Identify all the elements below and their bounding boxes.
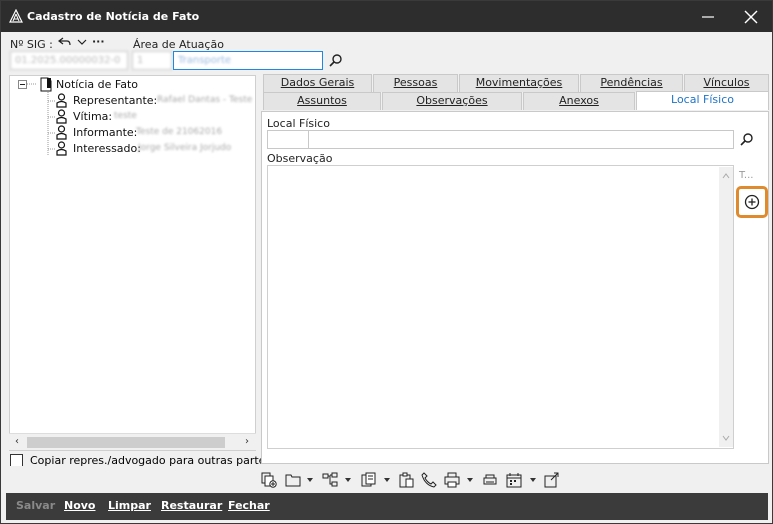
window-title: Cadastro de Notícia de Fato: [27, 10, 200, 23]
tree-item-label: Interessado:: [73, 142, 141, 155]
print-icon[interactable]: [444, 472, 460, 488]
minimize-icon[interactable]: [698, 7, 718, 27]
tab-assuntos[interactable]: Assuntos: [263, 92, 381, 110]
tab-label: Anexos: [559, 94, 599, 107]
save-button[interactable]: Salvar: [16, 499, 55, 512]
tree-item-value: Rafael Dantas - Teste: [157, 95, 253, 105]
tab-observacoes[interactable]: Observações: [382, 92, 522, 110]
scroll-up-icon[interactable]: [722, 173, 730, 179]
export-icon[interactable]: [544, 472, 560, 488]
tab-label: Movimentações: [475, 76, 563, 89]
tree-item-label: Vítima:: [73, 110, 113, 123]
action-bar: Salvar Novo Limpar Restaurar Fechar: [6, 493, 768, 520]
tab-vinculos[interactable]: Vínculos: [684, 74, 769, 92]
folder-icon[interactable]: [285, 472, 301, 488]
tab-label: Vínculos: [703, 76, 750, 89]
calendar-icon[interactable]: [506, 472, 522, 488]
title-bar: Cadastro de Notícia de Fato: [1, 1, 772, 32]
tree-item-label: Representante:: [73, 94, 158, 107]
observacao-textarea[interactable]: [267, 165, 734, 449]
observacao-label: Observação: [267, 152, 333, 165]
tab-label: Assuntos: [297, 94, 347, 107]
area-label: Área de Atuação: [133, 38, 224, 51]
window: Cadastro de Notícia de Fato Nº SIG : ···…: [0, 0, 773, 524]
person-icon: [56, 109, 67, 124]
tab-label: Pendências: [600, 76, 663, 89]
new-button[interactable]: Novo: [64, 499, 96, 512]
collapse-icon[interactable]: [18, 80, 27, 89]
tree-horizontal-scrollbar[interactable]: ‹ ›: [9, 433, 256, 450]
scroll-down-icon[interactable]: [722, 435, 730, 441]
tab-label: Local Físico: [671, 93, 734, 106]
tab-movimentacoes[interactable]: Movimentações: [459, 74, 579, 92]
chevron-down-icon[interactable]: [530, 478, 536, 482]
more-options-button[interactable]: ···: [92, 35, 105, 48]
person-icon: [56, 125, 67, 140]
tab-label: Pessoas: [393, 76, 438, 89]
scroll-left-icon[interactable]: ‹: [11, 436, 23, 448]
tab-label: Observações: [416, 94, 488, 107]
add-circle-icon: [744, 194, 760, 210]
restore-button[interactable]: Restaurar: [161, 499, 222, 512]
chevron-down-icon[interactable]: [467, 478, 473, 482]
scrollbar-thumb[interactable]: [27, 437, 225, 448]
chevron-down-icon[interactable]: [384, 478, 390, 482]
tree-item-value: Jorge Silveira Jorjudo: [138, 143, 232, 153]
copy-add-icon[interactable]: [261, 472, 277, 488]
sig-number-field[interactable]: 01.2025.00000032-0: [10, 51, 128, 70]
undo-icon[interactable]: [58, 36, 72, 48]
observacao-scrollbar[interactable]: [719, 167, 733, 447]
bottom-toolbar: [1, 466, 772, 492]
scroll-right-icon[interactable]: ›: [241, 436, 253, 448]
printer-small-icon[interactable]: [482, 472, 498, 488]
person-icon: [56, 93, 67, 108]
area-field[interactable]: Transporte: [173, 51, 323, 70]
clipboard-icon[interactable]: [398, 472, 414, 488]
tab-anexos[interactable]: Anexos: [523, 92, 635, 110]
sig-label: Nº SIG :: [10, 38, 53, 51]
local-fisico-label: Local Físico: [267, 117, 330, 130]
parties-tree[interactable]: Notícia de Fato Representante: Rafael Da…: [9, 75, 256, 451]
close-icon[interactable]: [741, 7, 761, 27]
phone-icon[interactable]: [421, 472, 437, 488]
side-label: T...: [739, 170, 754, 181]
local-fisico-description-input[interactable]: [308, 130, 734, 149]
tab-pessoas[interactable]: Pessoas: [373, 74, 458, 92]
tree-root-label: Notícia de Fato: [56, 78, 139, 91]
tab-dados-gerais[interactable]: Dados Gerais: [263, 74, 372, 92]
person-icon: [56, 141, 67, 156]
chevron-down-icon[interactable]: [77, 38, 87, 46]
search-icon[interactable]: [740, 132, 754, 146]
tree-item-label: Informante:: [73, 126, 138, 139]
chevron-down-icon[interactable]: [345, 478, 351, 482]
area-code-field[interactable]: 1: [132, 51, 172, 70]
documents-icon[interactable]: [361, 472, 377, 488]
chevron-down-icon[interactable]: [307, 478, 313, 482]
close-button[interactable]: Fechar: [228, 499, 270, 512]
hierarchy-icon[interactable]: [322, 472, 338, 488]
app-logo-icon: [9, 9, 23, 23]
local-fisico-code-input[interactable]: [267, 130, 309, 149]
search-icon[interactable]: [329, 53, 343, 67]
tab-pendencias[interactable]: Pendências: [580, 74, 683, 92]
tree-item-value: teste: [114, 111, 137, 121]
clear-button[interactable]: Limpar: [108, 499, 151, 512]
add-button[interactable]: [736, 186, 768, 218]
tree-item-value: Teste de 21062016: [136, 127, 223, 137]
tab-label: Dados Gerais: [280, 76, 355, 89]
document-icon: [40, 77, 52, 92]
tab-local-fisico[interactable]: Local Físico: [636, 91, 769, 110]
area-field-value: Transporte: [178, 55, 232, 66]
